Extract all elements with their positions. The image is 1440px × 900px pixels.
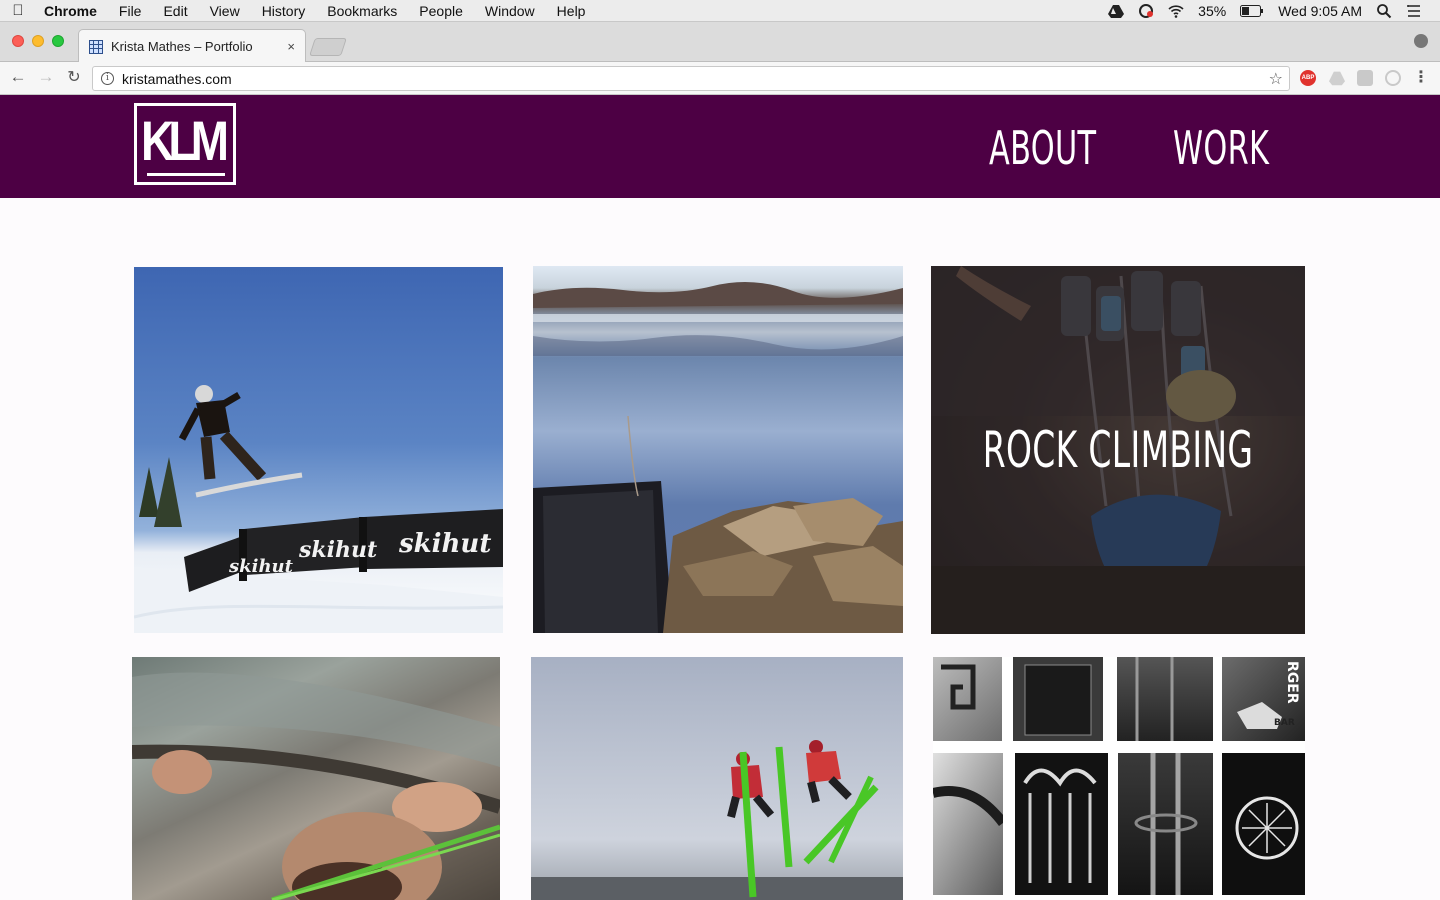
- logo-text: KLM: [141, 109, 229, 172]
- address-bar[interactable]: i kristamathes.com ☆: [92, 66, 1290, 91]
- bw-photo-3: [1117, 657, 1213, 741]
- apple-icon[interactable]: : [0, 2, 36, 19]
- menu-view[interactable]: View: [199, 3, 251, 19]
- logo-underline: [147, 173, 225, 176]
- menu-bookmarks[interactable]: Bookmarks: [316, 3, 408, 19]
- site-header: KLM ABOUT WORK: [0, 95, 1440, 198]
- clock[interactable]: Wed 9:05 AM: [1278, 3, 1362, 19]
- bw-photo-8: [1222, 753, 1305, 895]
- forward-icon[interactable]: →: [35, 67, 57, 87]
- gallery-tile-rock-climbing[interactable]: ROCK CLIMBING: [931, 266, 1305, 634]
- battery-percent: 35%: [1198, 3, 1227, 19]
- bw-photo-4: RGER BAR: [1222, 657, 1305, 741]
- gallery-tile-urban-bw[interactable]: RGER BAR: [933, 657, 1305, 900]
- star-icon[interactable]: ☆: [1269, 69, 1283, 89]
- window-zoom-button[interactable]: [52, 35, 64, 47]
- skiers-photo: [531, 740, 903, 900]
- tile-overlay: ROCK CLIMBING: [931, 266, 1305, 634]
- profile-icon[interactable]: [1414, 34, 1428, 48]
- tab-title: Krista Mathes – Portfolio: [111, 39, 253, 54]
- burger-sign-text: RGER: [1284, 661, 1300, 704]
- nav-about-link[interactable]: ABOUT: [989, 121, 1096, 175]
- menu-file[interactable]: File: [108, 3, 153, 19]
- url-text[interactable]: kristamathes.com: [122, 71, 232, 87]
- battery-icon[interactable]: [1240, 5, 1264, 17]
- tab-active[interactable]: Krista Mathes – Portfolio ×: [78, 29, 306, 63]
- crack-climb-photo: [132, 672, 500, 900]
- drive-status-icon[interactable]: [1108, 3, 1125, 19]
- browser-toolbar: ← → ↻ i kristamathes.com ☆ ABP ⋮: [0, 62, 1440, 95]
- spotlight-search-icon[interactable]: [1376, 3, 1392, 19]
- bw-photo-7: [1118, 753, 1213, 895]
- notification-center-icon[interactable]: [1406, 3, 1422, 19]
- window-minimize-button[interactable]: [32, 35, 44, 47]
- adblock-icon[interactable]: ABP: [1300, 70, 1316, 86]
- extension-icon[interactable]: [1357, 70, 1373, 86]
- bw-photo-5: [933, 753, 1003, 895]
- snowboard-photo: skihut skihut skihut: [134, 385, 503, 633]
- tab-strip: Krista Mathes – Portfolio ×: [0, 22, 1440, 63]
- wifi-icon[interactable]: [1168, 3, 1184, 19]
- bw-photo-1: [933, 657, 1002, 741]
- bar-sign-text: BAR: [1274, 718, 1295, 728]
- gallery-tile-skiers[interactable]: [531, 657, 903, 900]
- site-favicon-icon: [89, 39, 103, 54]
- menu-history[interactable]: History: [251, 3, 317, 19]
- reload-icon[interactable]: ↻: [63, 67, 85, 87]
- bw-photo-2: [1013, 657, 1103, 741]
- menu-edit[interactable]: Edit: [152, 3, 198, 19]
- lake-photo: [533, 282, 903, 633]
- drive-icon[interactable]: [1329, 71, 1345, 86]
- site-info-icon[interactable]: i: [101, 72, 114, 85]
- tile-title-rock-climbing: ROCK CLIMBING: [982, 421, 1254, 479]
- site-logo[interactable]: KLM: [134, 103, 236, 185]
- bw-photo-6: [1015, 753, 1108, 895]
- macos-menu-bar:  Chrome File Edit View History Bookmark…: [0, 0, 1440, 22]
- sign-text-3: skihut: [228, 556, 294, 577]
- creative-cloud-icon[interactable]: [1138, 3, 1154, 19]
- menu-app-chrome[interactable]: Chrome: [36, 3, 108, 19]
- nav-work-link[interactable]: WORK: [1173, 121, 1269, 175]
- search-extension-icon[interactable]: [1385, 70, 1401, 86]
- gallery-tile-lake[interactable]: [533, 266, 903, 633]
- gallery-tile-snowboard[interactable]: skihut skihut skihut: [134, 267, 503, 633]
- tab-close-icon[interactable]: ×: [287, 39, 295, 54]
- window-close-button[interactable]: [12, 35, 24, 47]
- back-icon[interactable]: ←: [7, 67, 29, 87]
- menu-extras: 35% Wed 9:05 AM: [1108, 0, 1440, 22]
- kebab-menu-icon[interactable]: ⋮: [1410, 67, 1432, 87]
- sign-text-2: skihut: [398, 529, 491, 559]
- menu-window[interactable]: Window: [474, 3, 546, 19]
- menu-people[interactable]: People: [408, 3, 474, 19]
- gallery-tile-crack-climb[interactable]: [132, 657, 500, 900]
- new-tab-button[interactable]: [309, 38, 347, 56]
- sign-text-1: skihut: [298, 537, 377, 563]
- menu-help[interactable]: Help: [546, 3, 597, 19]
